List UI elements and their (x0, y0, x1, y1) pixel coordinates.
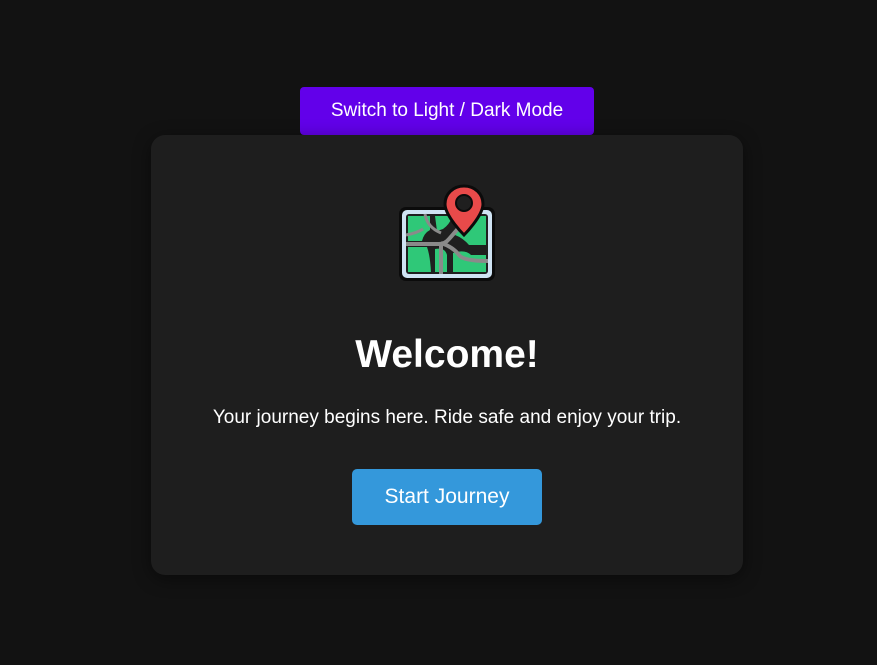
theme-toggle-button[interactable]: Switch to Light / Dark Mode (300, 87, 594, 135)
welcome-card: Welcome! Your journey begins here. Ride … (151, 135, 743, 575)
map-pin-icon (397, 183, 497, 287)
page: Switch to Light / Dark Mode Welcome! You… (0, 0, 877, 665)
welcome-subtitle: Your journey begins here. Ride safe and … (212, 407, 682, 428)
start-journey-button[interactable]: Start Journey (352, 469, 542, 525)
welcome-title: Welcome! (355, 333, 539, 376)
